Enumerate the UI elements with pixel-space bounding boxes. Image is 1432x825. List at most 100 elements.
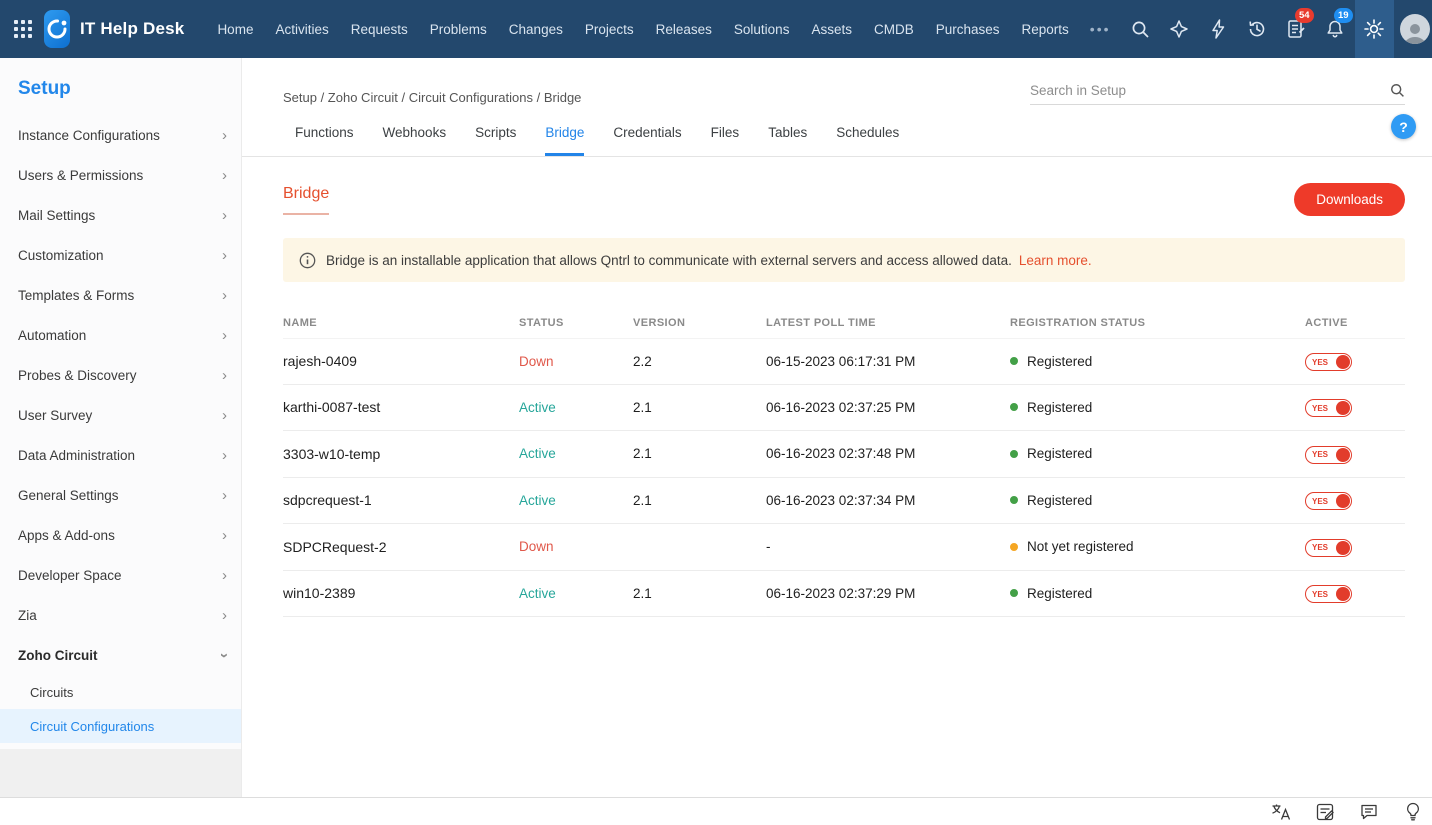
table-row: SDPCRequest-2 Down - Not yet registered YES [283, 524, 1405, 571]
app-switcher-icon[interactable] [14, 12, 32, 46]
topnav-item-purchases[interactable]: Purchases [925, 0, 1011, 58]
user-avatar[interactable] [1399, 14, 1430, 44]
column-header-latest-poll-time: LATEST POLL TIME [766, 317, 876, 329]
approvals-icon[interactable]: 54 [1277, 0, 1316, 58]
idea-bulb-icon[interactable] [1402, 801, 1424, 823]
sidebar-item-user-survey[interactable]: User Survey › [0, 395, 241, 435]
cell-name: rajesh-0409 [283, 353, 357, 370]
column-header-status: STATUS [519, 317, 564, 329]
registration-status-dot [1010, 589, 1018, 598]
sidebar-item-developer-space[interactable]: Developer Space › [0, 555, 241, 595]
cell-registration-status: Registered [1010, 493, 1305, 508]
cell-active: YES [1305, 537, 1405, 557]
sidebar-item-label: Probes & Discovery [18, 367, 137, 383]
sidebar-subitem-circuit-configurations[interactable]: Circuit Configurations [0, 709, 241, 743]
sidebar-item-label: Templates & Forms [18, 287, 135, 303]
sidebar-item-apps-add-ons[interactable]: Apps & Add-ons › [0, 515, 241, 555]
topnav-item-solutions[interactable]: Solutions [723, 0, 801, 58]
registration-status-dot [1010, 403, 1018, 412]
section-title: Bridge [283, 185, 330, 215]
settings-gear-icon[interactable] [1354, 0, 1394, 58]
notifications-icon[interactable]: 19 [1316, 0, 1355, 58]
search-icon[interactable] [1121, 0, 1160, 58]
cell-active: YES [1305, 491, 1405, 510]
notifications-badge: 19 [1333, 8, 1353, 23]
toggle-label: YES [1312, 589, 1329, 599]
setup-search-input[interactable] [1030, 82, 1389, 98]
app-logo[interactable] [44, 10, 70, 48]
tab-webhooks[interactable]: Webhooks [383, 125, 447, 156]
active-toggle[interactable]: YES [1305, 585, 1352, 603]
active-toggle[interactable]: YES [1305, 353, 1352, 371]
cell-active: YES [1305, 352, 1405, 371]
topnav-item-assets[interactable]: Assets [800, 0, 863, 58]
cell-poll-time: 06-16-2023 02:37:29 PM [766, 585, 916, 601]
topnav-item-home[interactable]: Home [206, 0, 264, 58]
learn-more-link[interactable]: Learn more. [1019, 253, 1092, 268]
sidebar-list: Instance Configurations › Users & Permissi… [0, 115, 241, 743]
app-title: IT Help Desk [80, 19, 185, 38]
sidebar-item-data-administration[interactable]: Data Administration › [0, 435, 241, 475]
breadcrumb[interactable]: Setup / Zoho Circuit / Circuit Configura… [283, 90, 581, 105]
chevron-right-icon: › [222, 366, 227, 384]
chat-icon[interactable] [1358, 801, 1380, 823]
sidebar-item-mail-settings[interactable]: Mail Settings › [0, 195, 241, 235]
chevron-right-icon: › [222, 486, 227, 504]
info-text: Bridge is an installable application tha… [326, 252, 1012, 268]
cell-version: 2.1 [633, 399, 652, 415]
tab-tables[interactable]: Tables [768, 125, 807, 156]
sidebar-item-users-permissions[interactable]: Users & Permissions › [0, 155, 241, 195]
topnav-item-releases[interactable]: Releases [645, 0, 723, 58]
sidebar-item-instance-configurations[interactable]: Instance Configurations › [0, 115, 241, 155]
topnav-item-reports[interactable]: Reports [1011, 0, 1080, 58]
sidebar-item-label: Developer Space [18, 567, 122, 583]
topnav-item-problems[interactable]: Problems [419, 0, 498, 58]
recent-history-icon[interactable] [1238, 0, 1277, 58]
translate-icon[interactable] [1270, 801, 1292, 823]
quick-actions-icon[interactable] [1199, 0, 1238, 58]
tab-functions[interactable]: Functions [295, 125, 354, 156]
downloads-button[interactable]: Downloads [1294, 183, 1405, 216]
topnav-item-cmdb[interactable]: CMDB [863, 0, 925, 58]
whats-new-icon[interactable] [1160, 0, 1199, 58]
cell-name: win10-2389 [283, 585, 356, 602]
table-row: sdpcrequest-1 Active 2.1 06-16-2023 02:37:3… [283, 478, 1405, 524]
cell-poll-time: 06-16-2023 02:37:48 PM [766, 446, 916, 462]
active-toggle[interactable]: YES [1305, 445, 1352, 464]
active-toggle[interactable]: YES [1305, 399, 1352, 417]
sidebar-item-customization[interactable]: Customization › [0, 235, 241, 275]
bottom-toolbar [0, 797, 1432, 825]
chevron-right-icon: › [222, 246, 227, 264]
sidebar-item-zoho-circuit[interactable]: Zoho Circuit › [0, 635, 241, 675]
topnav-item-changes[interactable]: Changes [498, 0, 574, 58]
sidebar-item-probes-discovery[interactable]: Probes & Discovery › [0, 355, 241, 395]
table-row: win10-2389 Active 2.1 06-16-2023 02:37:29 P… [283, 571, 1405, 617]
toggle-knob [1336, 401, 1350, 415]
active-toggle[interactable]: YES [1305, 538, 1352, 557]
tab-credentials[interactable]: Credentials [613, 125, 681, 156]
column-header-name: NAME [283, 317, 317, 329]
setup-search-icon[interactable] [1389, 82, 1405, 98]
topnav-more-button[interactable]: ••• [1080, 21, 1121, 37]
help-button[interactable]: ? [1391, 114, 1416, 139]
topnav-item-requests[interactable]: Requests [340, 0, 419, 58]
tab-schedules[interactable]: Schedules [836, 125, 899, 156]
sidebar-item-general-settings[interactable]: General Settings › [0, 475, 241, 515]
feedback-icon[interactable] [1314, 801, 1336, 823]
active-toggle[interactable]: YES [1305, 492, 1352, 510]
info-icon [299, 252, 316, 268]
registration-status-label: Registered [1027, 353, 1093, 369]
sidebar-item-label: Apps & Add-ons [18, 527, 115, 543]
cell-poll-time: - [766, 539, 771, 555]
tab-bridge[interactable]: Bridge [545, 125, 585, 156]
sidebar-item-zia[interactable]: Zia › [0, 595, 241, 635]
tab-files[interactable]: Files [711, 125, 740, 156]
sidebar-item-templates-forms[interactable]: Templates & Forms › [0, 275, 241, 315]
sidebar-item-automation[interactable]: Automation › [0, 315, 241, 355]
registration-status-label: Registered [1027, 399, 1093, 415]
topnav-item-projects[interactable]: Projects [574, 0, 645, 58]
topnav-item-activities[interactable]: Activities [264, 0, 339, 58]
tab-scripts[interactable]: Scripts [475, 125, 516, 156]
sidebar-subitem-circuits[interactable]: Circuits [0, 675, 241, 709]
cell-registration-status: Registered [1010, 446, 1305, 461]
